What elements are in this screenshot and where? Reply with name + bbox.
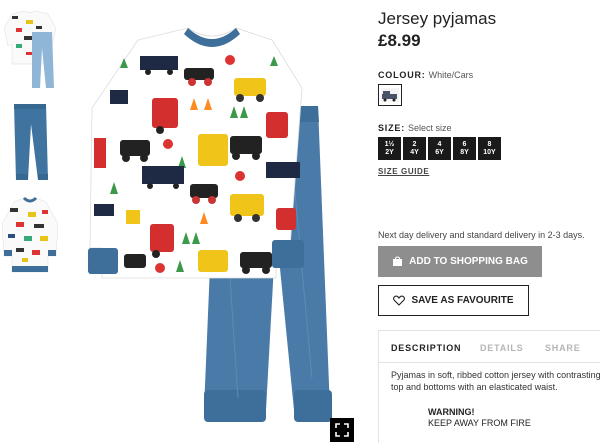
warning-block: WARNING! KEEP AWAY FROM FIRE [428, 407, 531, 429]
size-option-bottom: 8Y [460, 148, 469, 156]
description-text: Pyjamas in soft, ribbed cotton jersey wi… [391, 369, 600, 393]
tab-share[interactable]: SHARE [545, 343, 581, 353]
description-line-1: Pyjamas in soft, ribbed cotton jersey wi… [391, 370, 600, 380]
expand-icon [335, 423, 349, 437]
size-label: SIZE: [378, 123, 406, 133]
size-option-bottom: 10Y [483, 148, 496, 156]
size-row: SIZE: Select size [378, 123, 452, 133]
size-guide-link[interactable]: SIZE GUIDE [378, 167, 429, 176]
thumbnail-full-set[interactable] [2, 8, 58, 92]
shopping-bag-icon [393, 256, 403, 266]
size-option-top: 4 [437, 140, 442, 148]
warning-title: WARNING! [428, 407, 475, 417]
size-options: 1½ 2Y 2 4Y 4 6Y 6 8Y 8 10Y [378, 137, 501, 160]
size-option-top: 2 [412, 140, 417, 148]
delivery-info: Next day delivery and standard delivery … [378, 230, 585, 240]
size-option-4y[interactable]: 2 4Y [403, 137, 426, 160]
zoom-button[interactable] [330, 418, 354, 442]
description-line-2: top and bottoms with an elasticated wais… [391, 382, 558, 392]
size-option-bottom: 6Y [435, 148, 444, 156]
colour-row: COLOUR: White/Cars [378, 70, 473, 80]
thumbnail-gallery [0, 0, 62, 443]
product-tabs-panel: DESCRIPTION DETAILS SHARE Pyjamas in sof… [378, 330, 600, 443]
colour-label: COLOUR: [378, 70, 426, 80]
size-option-6y[interactable]: 4 6Y [428, 137, 451, 160]
add-to-bag-button[interactable]: ADD TO SHOPPING BAG [378, 246, 542, 277]
tab-bar: DESCRIPTION DETAILS SHARE [379, 331, 600, 363]
product-price: £8.99 [378, 31, 421, 50]
size-placeholder: Select size [408, 123, 452, 133]
save-favourite-label: SAVE AS FAVOURITE [411, 295, 514, 306]
colour-swatch-white-cars[interactable] [378, 84, 402, 106]
tab-details[interactable]: DETAILS [480, 343, 523, 353]
size-option-8y[interactable]: 6 8Y [453, 137, 476, 160]
product-title: Jersey pyjamas [378, 9, 497, 28]
size-option-2y[interactable]: 1½ 2Y [378, 137, 401, 160]
product-info-panel: Jersey pyjamas £8.99 COLOUR: White/Cars S… [378, 0, 600, 443]
save-favourite-button[interactable]: SAVE AS FAVOURITE [378, 285, 529, 316]
colour-value: White/Cars [428, 70, 474, 80]
size-option-top: 6 [462, 140, 467, 148]
size-option-top: 1½ [384, 140, 395, 148]
swatch-image [381, 88, 399, 102]
main-product-image[interactable] [80, 18, 360, 436]
thumbnail-bottoms[interactable] [2, 100, 58, 186]
warning-text: KEEP AWAY FROM FIRE [428, 418, 531, 428]
add-to-bag-label: ADD TO SHOPPING BAG [409, 256, 528, 267]
thumbnail-top[interactable] [2, 196, 58, 278]
tab-description[interactable]: DESCRIPTION [391, 343, 461, 353]
heart-icon [393, 295, 406, 306]
size-option-10y[interactable]: 8 10Y [478, 137, 501, 160]
size-option-top: 8 [487, 140, 492, 148]
size-option-bottom: 2Y [385, 148, 394, 156]
size-option-bottom: 4Y [410, 148, 419, 156]
